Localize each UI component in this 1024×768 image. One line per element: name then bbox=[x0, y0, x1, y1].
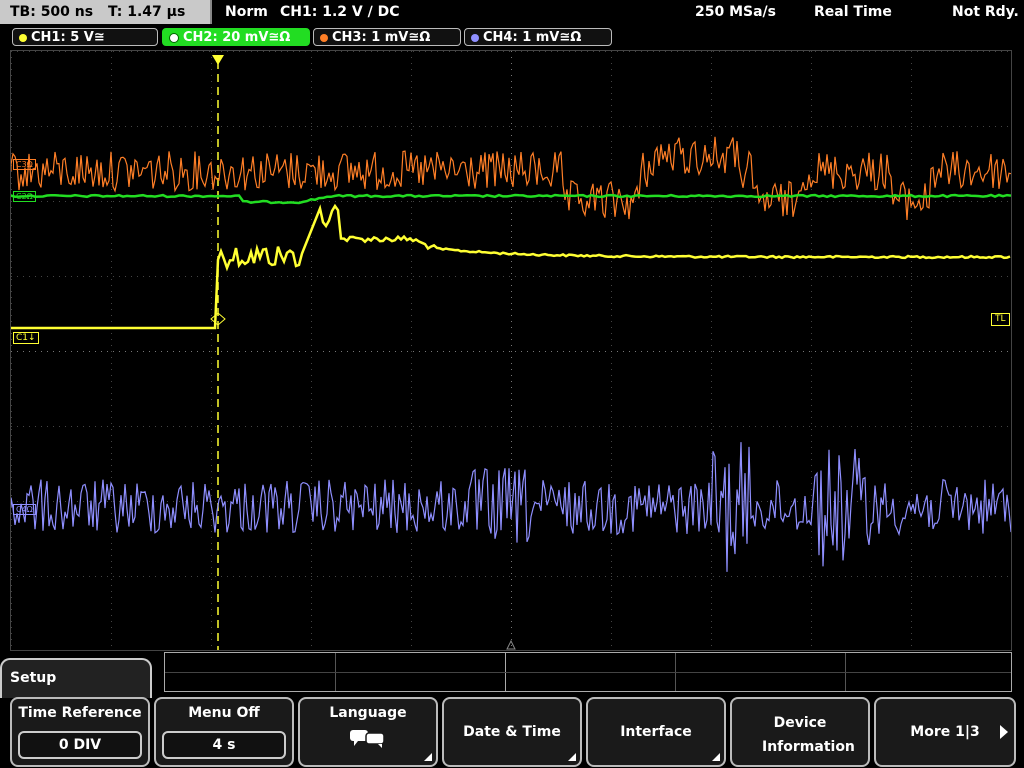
language-softkey[interactable]: Language bbox=[298, 697, 438, 767]
graticule bbox=[11, 51, 1008, 646]
ch1-waveform bbox=[11, 203, 1011, 330]
submenu-indicator-icon bbox=[424, 753, 432, 761]
ch3-color-dot bbox=[320, 33, 328, 42]
time-reference-label: Time Reference bbox=[18, 705, 142, 721]
menu-off-value[interactable]: 4 s bbox=[162, 731, 286, 759]
ch3-offset-marker[interactable]: C3Ω bbox=[13, 159, 36, 170]
ch4-waveform bbox=[11, 442, 1011, 572]
waveform-display[interactable]: C1↓ C2Ω C3Ω C4Ω TL bbox=[10, 50, 1012, 651]
next-arrow-icon bbox=[1000, 725, 1008, 739]
ch2-offset-marker[interactable]: C2Ω bbox=[13, 191, 36, 202]
trigger-source[interactable]: CH1: 1.2 V ∕ DC bbox=[280, 0, 399, 24]
sample-rate: 250 MSa/s bbox=[695, 4, 777, 20]
submenu-indicator-icon bbox=[568, 753, 576, 761]
speech-bubbles-icon bbox=[350, 730, 385, 748]
language-label: Language bbox=[329, 705, 407, 721]
menu-title-tab: Setup bbox=[0, 658, 152, 698]
date-time-softkey[interactable]: Date & Time bbox=[442, 697, 582, 767]
ch1-color-dot bbox=[19, 33, 27, 42]
ch4-color-dot bbox=[471, 33, 479, 42]
device-information-softkey[interactable]: Device Information bbox=[730, 697, 870, 767]
menu-off-softkey[interactable]: Menu Off 4 s bbox=[154, 697, 294, 767]
waveform-canvas bbox=[11, 51, 1011, 650]
more-softkey[interactable]: More 1|3 bbox=[874, 697, 1016, 767]
submenu-indicator-icon bbox=[712, 753, 720, 761]
menu-off-label: Menu Off bbox=[188, 705, 260, 721]
timebase-box[interactable]: TB: 500 ns T: 1.47 µs bbox=[0, 0, 212, 24]
zoom-overview bbox=[164, 652, 1012, 692]
ch1-offset-marker[interactable]: C1↓ bbox=[13, 332, 39, 344]
channel-tab-ch3[interactable]: CH3: 1 mV≅Ω bbox=[313, 28, 461, 46]
time-reference-softkey[interactable]: Time Reference 0 DIV bbox=[10, 697, 150, 767]
interface-label: Interface bbox=[620, 724, 692, 740]
channel-tab-ch4[interactable]: CH4: 1 mV≅Ω bbox=[464, 28, 612, 46]
channel-tab-ch1[interactable]: CH1: 5 V≅ bbox=[12, 28, 158, 46]
time-reference-value[interactable]: 0 DIV bbox=[18, 731, 142, 759]
acquisition-mode: Real Time bbox=[814, 4, 892, 20]
trigger-level-marker[interactable]: TL bbox=[991, 313, 1010, 326]
trigger-position-text: T: 1.47 µs bbox=[107, 4, 186, 20]
timebase-text: TB: 500 ns bbox=[10, 4, 94, 20]
ch4-label: CH4: 1 mV≅Ω bbox=[483, 30, 582, 45]
ch3-label: CH3: 1 mV≅Ω bbox=[332, 30, 431, 45]
channel-tab-ch2[interactable]: CH2: 20 mV≅Ω bbox=[162, 28, 310, 46]
trigger-position-icon[interactable] bbox=[212, 55, 224, 65]
ch2-color-dot bbox=[169, 32, 179, 43]
ch4-offset-marker[interactable]: C4Ω bbox=[13, 504, 36, 515]
menu-title: Setup bbox=[10, 670, 57, 686]
trigger-state: Not Rdy. bbox=[952, 4, 1019, 20]
trigger-mode[interactable]: Norm bbox=[225, 0, 268, 24]
interface-softkey[interactable]: Interface bbox=[586, 697, 726, 767]
ch2-label: CH2: 20 mV≅Ω bbox=[183, 30, 291, 45]
more-label: More 1|3 bbox=[910, 724, 980, 740]
ch1-label: CH1: 5 V≅ bbox=[31, 30, 105, 45]
date-time-label: Date & Time bbox=[463, 724, 561, 740]
device-information-label: Device Information bbox=[762, 715, 855, 755]
status-bar: TB: 500 ns T: 1.47 µs Norm CH1: 1.2 V ∕ … bbox=[0, 0, 1024, 26]
